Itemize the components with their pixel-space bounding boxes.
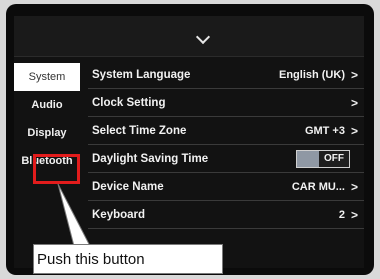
sidebar-item-system[interactable]: System	[14, 63, 80, 91]
setting-label: Select Time Zone	[92, 124, 187, 137]
setting-value: GMT +3	[304, 124, 345, 137]
sidebar-item-label: System	[28, 71, 66, 83]
setting-label: Keyboard	[92, 208, 146, 221]
chevron-right-icon: >	[350, 67, 358, 82]
sidebar-item-display[interactable]: Display	[14, 119, 80, 147]
setting-row-daylight-saving[interactable]: Daylight Saving Time OFF	[88, 145, 364, 173]
setting-row-clock-setting[interactable]: Clock Setting >	[88, 89, 364, 117]
chevron-right-icon: >	[350, 95, 358, 110]
setting-row-keyboard[interactable]: Keyboard 2 >	[88, 201, 364, 229]
chevron-right-icon: >	[350, 207, 358, 222]
toggle-knob	[297, 150, 319, 167]
infotainment-screen: System Audio Display Bluetooth System La…	[14, 16, 364, 268]
setting-row-time-zone[interactable]: Select Time Zone GMT +3 >	[88, 117, 364, 145]
chevron-right-icon: >	[350, 179, 358, 194]
top-bar[interactable]	[14, 16, 364, 57]
daylight-saving-toggle[interactable]: OFF	[296, 149, 350, 168]
setting-label: Clock Setting	[92, 96, 166, 109]
bluetooth-highlight-box	[33, 154, 80, 184]
sidebar-item-audio[interactable]: Audio	[14, 91, 80, 119]
setting-row-system-language[interactable]: System Language English (UK) >	[88, 61, 364, 89]
setting-value: 2	[338, 208, 345, 221]
setting-label: Daylight Saving Time	[92, 152, 209, 165]
toggle-state: OFF	[324, 153, 344, 164]
setting-value: English (UK)	[278, 68, 345, 81]
instruction-callout: Push this button	[33, 244, 223, 274]
settings-list: System Language English (UK) > Clock Set…	[88, 61, 364, 229]
callout-text: Push this button	[37, 250, 145, 268]
setting-label: Device Name	[92, 180, 164, 193]
sidebar-item-label: Display	[27, 127, 67, 139]
chevron-right-icon: >	[350, 123, 358, 138]
setting-row-device-name[interactable]: Device Name CAR MU... >	[88, 173, 364, 201]
chevron-down-icon[interactable]	[195, 29, 211, 45]
sidebar-item-label: Audio	[31, 99, 63, 111]
setting-label: System Language	[92, 68, 191, 81]
setting-value: CAR MU...	[291, 180, 345, 193]
